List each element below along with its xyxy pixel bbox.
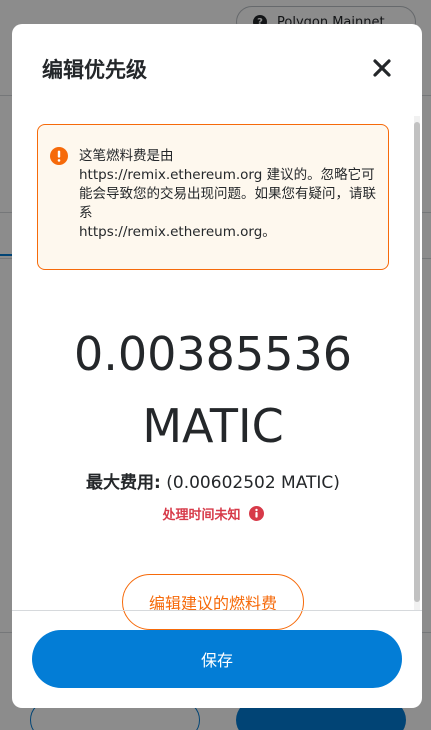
processing-time-label: 处理时间未知 (162, 508, 241, 523)
close-icon (373, 59, 391, 77)
warning-text: 这笔燃料费是由 https://remix.ethereum.org 建议的。忽… (79, 148, 376, 240)
info-icon (50, 147, 68, 165)
warning-banner: 这笔燃料费是由 https://remix.ethereum.org 建议的。忽… (37, 124, 389, 270)
fee-amount-unit: MATIC (142, 399, 284, 453)
footer-divider (12, 610, 422, 611)
modal-title: 编辑优先级 (42, 58, 147, 82)
fee-amount: 0.00385536 MATIC (12, 324, 414, 456)
edit-priority-modal: 编辑优先级 这笔燃料费是由 https://remix.ethereum.org… (12, 24, 422, 708)
edit-suggested-gas-button[interactable]: 编辑建议的燃料费 (122, 574, 304, 630)
processing-time-row: 处理时间未知 (12, 504, 414, 523)
info-icon[interactable] (248, 506, 264, 521)
fee-amount-value: 0.00385536 (73, 327, 353, 381)
max-fee-row: 最大费用: (0.00602502 MATIC) (12, 468, 414, 493)
modal-content: 这笔燃料费是由 https://remix.ethereum.org 建议的。忽… (12, 116, 422, 630)
max-fee-label: 最大费用: (86, 473, 161, 493)
save-button[interactable]: 保存 (32, 630, 402, 688)
max-fee-value: (0.00602502 MATIC) (166, 473, 340, 493)
close-button[interactable] (368, 54, 396, 82)
scrollbar-thumb[interactable] (414, 122, 420, 602)
